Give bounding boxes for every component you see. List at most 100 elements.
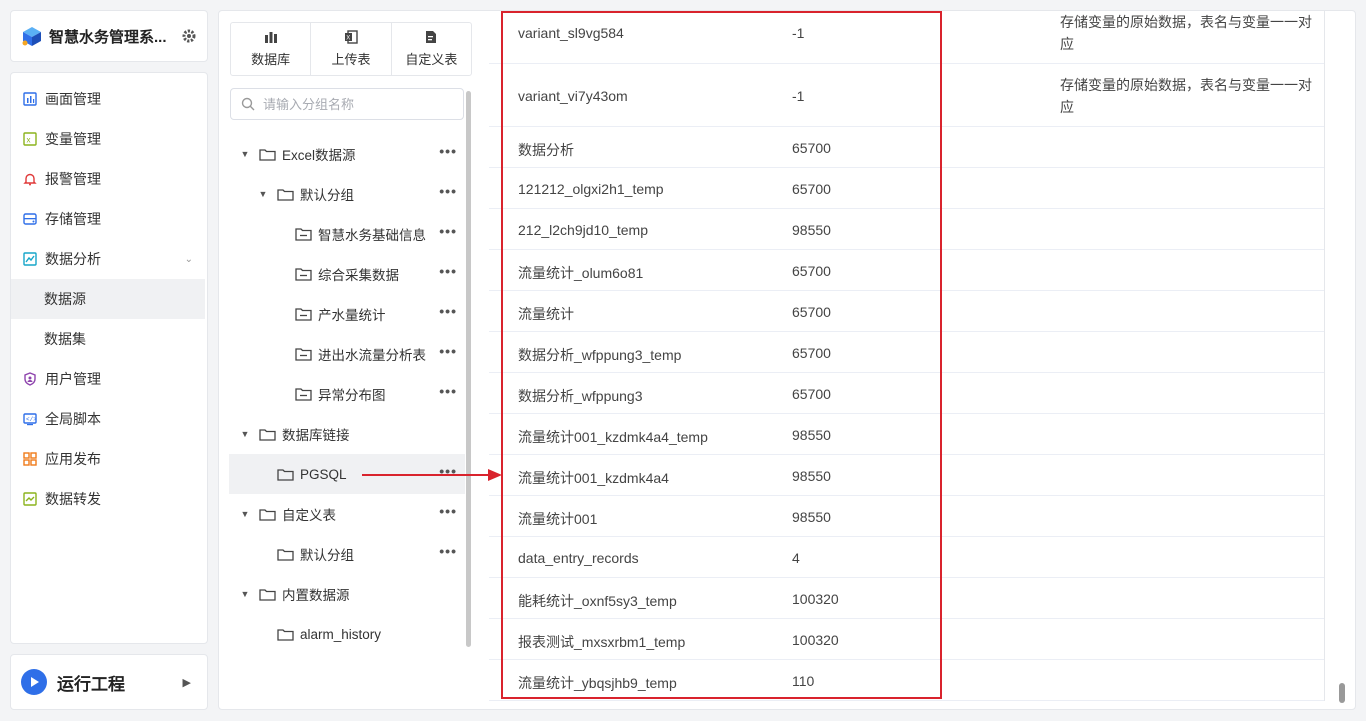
table-row[interactable]: 121212_olgxi2h1_temp 65700 xyxy=(489,168,1324,209)
gear-icon[interactable] xyxy=(181,28,197,44)
table-row[interactable]: 流量统计001_kzdmk4a4 98550 xyxy=(489,455,1324,496)
caret-down-icon[interactable]: ▼ xyxy=(239,589,251,599)
main-content: 数据库 X 上传表 自定义表 ▼Excel数据源•••▼默认分组•••智慧水务基… xyxy=(218,10,1356,710)
svg-text:x: x xyxy=(27,136,31,145)
row-count-cell: 98550 xyxy=(792,221,831,238)
row-count-cell: 100320 xyxy=(792,631,839,648)
tree-node-label: 内置数据源 xyxy=(282,588,350,603)
sidebar-item-3[interactable]: 存储管理 xyxy=(11,199,207,239)
table-row[interactable]: 流量统计 65700 xyxy=(489,291,1324,332)
tree-node[interactable]: ▼ 自定义表 ••• xyxy=(229,494,465,534)
folder-icon xyxy=(259,147,276,162)
sidebar-item-6[interactable]: 数据集 xyxy=(11,319,207,359)
caret-down-icon[interactable]: ▼ xyxy=(257,189,269,199)
bell-icon xyxy=(23,172,37,186)
table-name-cell: 数据分析_wfppung3_temp xyxy=(518,346,682,363)
sidebar-item-9[interactable]: 应用发布 xyxy=(11,439,207,479)
table-row[interactable]: 数据分析_wfppung3_temp 65700 xyxy=(489,332,1324,373)
tree-node[interactable]: alarm_history xyxy=(229,614,465,654)
table-row[interactable]: variant_vi7y43om -1 存储变量的原始数据，表名与变量一一对应 xyxy=(489,64,1324,127)
sidebar-item-10[interactable]: 数据转发 xyxy=(11,479,207,519)
edit-document-icon xyxy=(426,31,437,43)
search-icon xyxy=(241,97,255,111)
run-project-button[interactable]: 运行工程 ▶ xyxy=(10,654,208,710)
database-button[interactable]: 数据库 xyxy=(231,23,312,75)
more-options-icon[interactable]: ••• xyxy=(439,544,457,558)
table-name-cell: 流量统计_olum6o81 xyxy=(518,264,644,281)
row-count-cell: 65700 xyxy=(792,385,831,402)
sidebar-item-1[interactable]: x 变量管理 xyxy=(11,119,207,159)
tree-scrollbar[interactable] xyxy=(466,91,471,647)
table-name-cell: 数据分析_wfppung3 xyxy=(518,387,643,404)
app-title: 智慧水务管理系... xyxy=(49,28,167,46)
sidebar-item-8[interactable]: </> 全局脚本 xyxy=(11,399,207,439)
sidebar-item-label: 画面管理 xyxy=(45,91,101,107)
sidebar-item-label: 用户管理 xyxy=(45,371,101,387)
table-row[interactable]: data_entry_records 4 xyxy=(489,537,1324,578)
more-options-icon[interactable]: ••• xyxy=(439,264,457,278)
sidebar-item-5[interactable]: 数据源 xyxy=(11,279,205,319)
table-row[interactable]: 流量统计001_kzdmk4a4_temp 98550 xyxy=(489,414,1324,455)
caret-down-icon[interactable]: ▼ xyxy=(239,149,251,159)
custom-table-button[interactable]: 自定义表 xyxy=(392,23,471,75)
table-name-cell: 流量统计 xyxy=(518,305,574,322)
datasource-tree-panel: 数据库 X 上传表 自定义表 ▼Excel数据源•••▼默认分组•••智慧水务基… xyxy=(229,11,474,701)
sidebar-nav: 画面管理 x 变量管理报警管理存储管理数据分析 ⌄ 数据源 数据集用户管理 </> 全局脚本应… xyxy=(10,72,208,644)
table-row[interactable]: variant_sl9vg584 -1 存储变量的原始数据，表名与变量一一对应 xyxy=(489,11,1324,64)
sidebar-item-2[interactable]: 报警管理 xyxy=(11,159,207,199)
table-scrollbar[interactable] xyxy=(1339,683,1345,703)
more-options-icon[interactable]: ••• xyxy=(439,464,457,478)
sidebar-item-4[interactable]: 数据分析 ⌄ xyxy=(11,239,207,279)
more-options-icon[interactable]: ••• xyxy=(439,304,457,318)
row-count-cell: 98550 xyxy=(792,426,831,443)
sidebar-item-label: 存储管理 xyxy=(45,211,101,227)
tree-node[interactable]: PGSQL ••• xyxy=(229,454,465,494)
more-options-icon[interactable]: ••• xyxy=(439,144,457,158)
tree-node[interactable]: ▼ 内置数据源 xyxy=(229,574,465,614)
folder-icon xyxy=(259,587,276,602)
variable-icon: x xyxy=(23,132,37,146)
more-options-icon[interactable]: ••• xyxy=(439,224,457,238)
storage-icon xyxy=(23,212,37,226)
sidebar-item-label: 变量管理 xyxy=(45,131,101,147)
tree-node[interactable]: 产水量统计 ••• xyxy=(229,294,465,334)
tree-node-label: 进出水流量分析表 xyxy=(318,348,426,363)
table-row[interactable]: 能耗统计_oxnf5sy3_temp 100320 xyxy=(489,578,1324,619)
group-search-input[interactable] xyxy=(263,96,453,112)
tree-node[interactable] xyxy=(229,654,465,668)
tree-node[interactable]: 综合采集数据 ••• xyxy=(229,254,465,294)
tree-node-label: 异常分布图 xyxy=(318,388,386,403)
tree-node[interactable]: ▼ 数据库链接 xyxy=(229,414,465,454)
table-row[interactable]: 数据分析_wfppung3 65700 xyxy=(489,373,1324,414)
table-row[interactable]: 212_l2ch9jd10_temp 98550 xyxy=(489,209,1324,250)
table-row[interactable]: 流量统计_olum6o81 65700 xyxy=(489,250,1324,291)
tree-node[interactable]: ▼ 默认分组 ••• xyxy=(229,174,465,214)
table-row[interactable]: 流量统计_ybqsjhb9_temp 110 xyxy=(489,660,1324,701)
more-options-icon[interactable]: ••• xyxy=(439,184,457,198)
datasource-tree: ▼ Excel数据源 ••• ▼ 默认分组 ••• 智慧水务基础信息 ••• 综合采集数据 •••… xyxy=(229,134,465,668)
upload-table-button[interactable]: X 上传表 xyxy=(311,23,392,75)
caret-down-icon[interactable]: ▼ xyxy=(239,509,251,519)
forward-icon xyxy=(23,492,37,506)
table-name-cell: 报表测试_mxsxrbm1_temp xyxy=(518,633,686,650)
table-row[interactable]: 报表测试_mxsxrbm1_temp 100320 xyxy=(489,619,1324,660)
sidebar-item-0[interactable]: 画面管理 xyxy=(11,79,207,119)
tree-node[interactable]: 异常分布图 ••• xyxy=(229,374,465,414)
more-options-icon[interactable]: ••• xyxy=(439,344,457,358)
tree-node[interactable]: ▼ Excel数据源 ••• xyxy=(229,134,465,174)
row-count-cell: 65700 xyxy=(792,180,831,197)
tree-node[interactable]: 默认分组 ••• xyxy=(229,534,465,574)
folder-icon xyxy=(295,227,312,242)
row-count-cell: 100320 xyxy=(792,590,839,607)
more-options-icon[interactable]: ••• xyxy=(439,504,457,518)
tree-node[interactable]: 智慧水务基础信息 ••• xyxy=(229,214,465,254)
caret-down-icon[interactable]: ▼ xyxy=(239,429,251,439)
chart-icon xyxy=(23,252,37,266)
tree-node[interactable]: 进出水流量分析表 ••• xyxy=(229,334,465,374)
table-name-cell: variant_vi7y43om xyxy=(518,87,628,104)
sidebar-item-7[interactable]: 用户管理 xyxy=(11,359,207,399)
more-options-icon[interactable]: ••• xyxy=(439,384,457,398)
table-row[interactable]: 流量统计001 98550 xyxy=(489,496,1324,537)
table-name-cell: 流量统计001 xyxy=(518,510,598,527)
table-row[interactable]: 数据分析 65700 xyxy=(489,127,1324,168)
